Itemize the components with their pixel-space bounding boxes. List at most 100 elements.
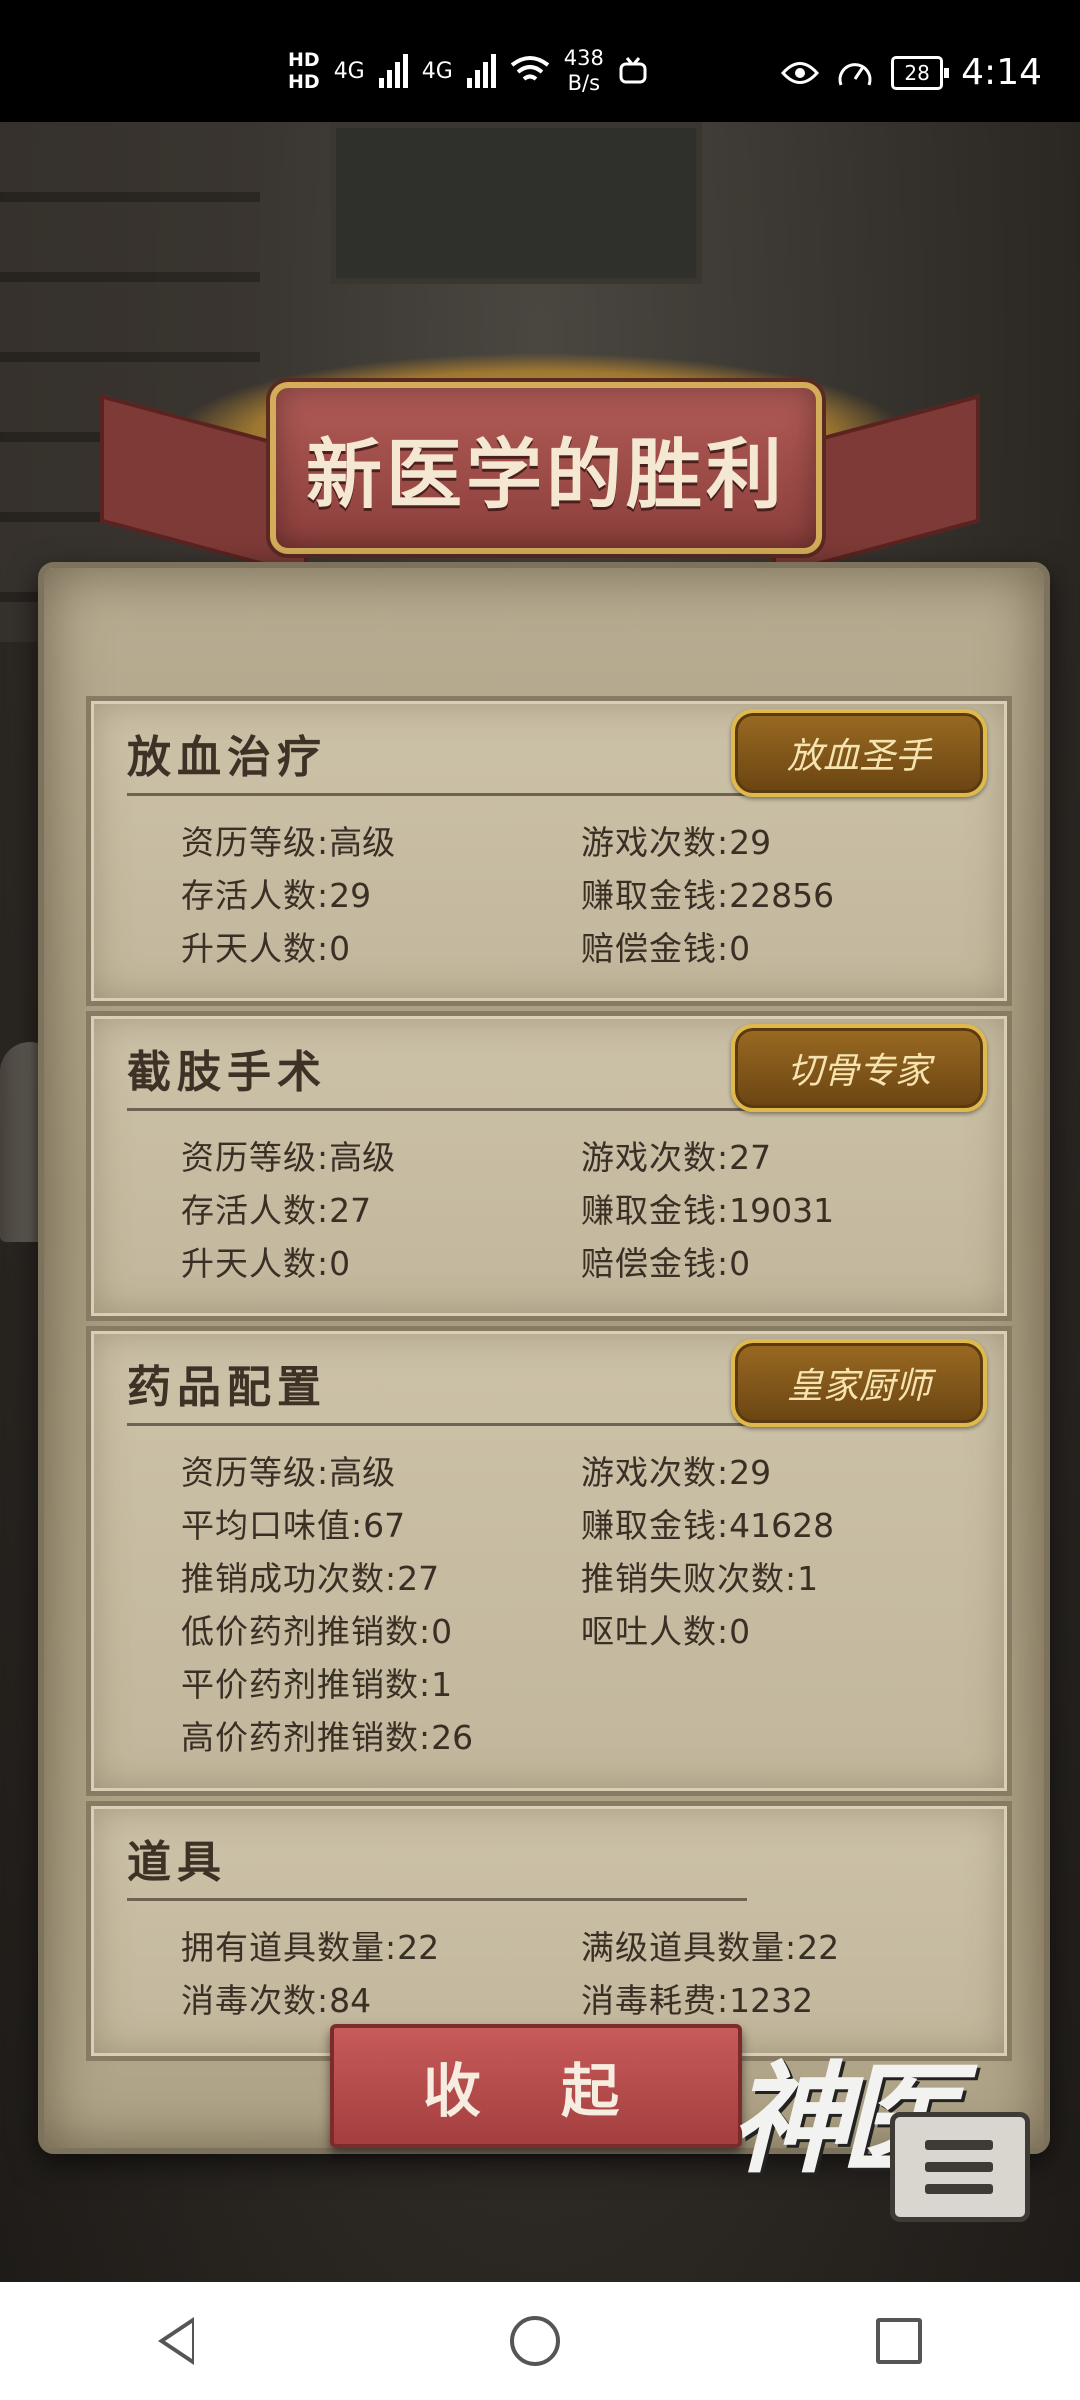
speed-value: 438: [563, 46, 604, 70]
hd1-label: HD: [288, 49, 320, 71]
stat-item: 呕吐人数:0: [581, 1605, 981, 1653]
stat-item: 资历等级:高级: [181, 816, 581, 864]
stat-item: 资历等级:高级: [181, 1131, 581, 1179]
stat-value: 41628: [729, 1505, 835, 1545]
stat-item: 资历等级:高级: [181, 1446, 581, 1494]
stat-item: 平均口味值:67: [181, 1499, 581, 1547]
stat-label: 消毒耗费:: [581, 1980, 730, 2020]
stat-value: 高级: [329, 822, 396, 862]
stat-value: 29: [729, 822, 772, 862]
stat-value: 高级: [329, 1137, 396, 1177]
menu-list-icon[interactable]: [890, 2112, 1030, 2222]
section-title: 道具: [127, 1837, 227, 1888]
stat-label: 游戏次数:: [581, 1452, 730, 1492]
stat-item: 赚取金钱:22856: [581, 869, 981, 917]
divider: [127, 793, 747, 796]
stat-item: 消毒耗费:1232: [581, 1974, 981, 2022]
status-right: 28 4:14: [781, 52, 1042, 93]
stat-item: 升天人数:0: [181, 922, 581, 970]
net1-label: 4G: [333, 58, 365, 84]
stat-item: 存活人数:27: [181, 1184, 581, 1232]
stat-label: 高价药剂推销数:: [181, 1717, 432, 1757]
stat-item: 推销失败次数:1: [581, 1552, 981, 1600]
stat-label: 游戏次数:: [581, 1137, 730, 1177]
stat-label: 赚取金钱:: [581, 1505, 730, 1545]
stat-label: 资历等级:: [181, 1137, 330, 1177]
stat-value: 29: [329, 875, 372, 915]
clock: 4:14: [961, 52, 1042, 93]
stat-item: 低价药剂推销数:0: [181, 1605, 581, 1653]
stat-value: 19031: [729, 1190, 835, 1230]
stat-value: 22: [797, 1927, 840, 1967]
stat-value: 1232: [729, 1980, 814, 2020]
section-title: 截肢手术: [127, 1047, 327, 1098]
stat-value: 29: [729, 1452, 772, 1492]
stat-value: 22: [397, 1927, 440, 1967]
stat-item: 高价药剂推销数:26: [181, 1711, 981, 1759]
stat-item: 赔偿金钱:0: [581, 1237, 981, 1285]
stat-value: 27: [329, 1190, 372, 1230]
system-nav-bar: [0, 2282, 1080, 2400]
banner-plaque: 新医学的胜利: [270, 382, 822, 554]
signal-icon: [378, 54, 408, 88]
recent-apps-icon[interactable]: [876, 2318, 922, 2364]
stat-value: 27: [397, 1558, 440, 1598]
stat-value: 1: [797, 1558, 819, 1598]
stat-item: 升天人数:0: [181, 1237, 581, 1285]
stat-label: 存活人数:: [181, 875, 330, 915]
stat-item: 满级道具数量:22: [581, 1921, 981, 1969]
stat-value: 0: [729, 1611, 751, 1651]
stat-value: 0: [329, 928, 351, 968]
title-badge: 皇家厨师: [731, 1339, 987, 1427]
stat-label: 推销成功次数:: [181, 1558, 398, 1598]
stat-label: 推销失败次数:: [581, 1558, 798, 1598]
stat-value: 26: [431, 1717, 474, 1757]
stat-value: 0: [329, 1243, 351, 1283]
stat-value: 1: [431, 1664, 453, 1704]
stat-label: 赔偿金钱:: [581, 1243, 730, 1283]
stats-parchment: 放血治疗 放血圣手 资历等级:高级 游戏次数:29 存活人数:29 赚取金钱:2…: [38, 562, 1050, 2154]
stat-value: 0: [729, 928, 751, 968]
stat-label: 满级道具数量:: [581, 1927, 798, 1967]
stat-label: 赚取金钱:: [581, 1190, 730, 1230]
stat-label: 平价药剂推销数:: [181, 1664, 432, 1704]
eye-icon: [781, 61, 820, 84]
app-notification-icon: [619, 57, 647, 84]
section-bloodletting: 放血治疗 放血圣手 资历等级:高级 游戏次数:29 存活人数:29 赚取金钱:2…: [86, 696, 1012, 1006]
stat-label: 游戏次数:: [581, 822, 730, 862]
stat-value: 22856: [729, 875, 835, 915]
section-title: 放血治疗: [127, 732, 327, 783]
collapse-button[interactable]: 收 起: [330, 2024, 742, 2148]
section-title: 药品配置: [127, 1362, 327, 1413]
title-badge: 放血圣手: [731, 709, 987, 797]
game-scene: 新医学的胜利 放血治疗 放血圣手 资历等级:高级 游戏次数:29 存活人数:29…: [0, 122, 1080, 2282]
section-medicine: 药品配置 皇家厨师 资历等级:高级 游戏次数:29 平均口味值:67 赚取金钱:…: [86, 1326, 1012, 1796]
stat-item: 游戏次数:29: [581, 816, 981, 864]
stat-item: 游戏次数:29: [581, 1446, 981, 1494]
stat-label: 升天人数:: [181, 1243, 330, 1283]
stat-item: 赔偿金钱:0: [581, 922, 981, 970]
stat-item: 游戏次数:27: [581, 1131, 981, 1179]
stat-label: 资历等级:: [181, 1452, 330, 1492]
title-banner: 新医学的胜利: [60, 302, 1020, 602]
wifi-icon: [510, 56, 550, 81]
home-icon[interactable]: [510, 2316, 560, 2366]
stat-item: 拥有道具数量:22: [181, 1921, 581, 1969]
net2-label: 4G: [421, 58, 453, 84]
speed-unit: B/s: [567, 71, 601, 95]
stats-grid: 资历等级:高级 游戏次数:29 存活人数:29 赚取金钱:22856 升天人数:…: [181, 813, 981, 972]
gauge-icon: [838, 62, 872, 86]
stats-grid: 资历等级:高级 游戏次数:27 存活人数:27 赚取金钱:19031 升天人数:…: [181, 1128, 981, 1287]
stat-label: 平均口味值:: [181, 1505, 364, 1545]
divider: [127, 1423, 747, 1426]
hd2-label: HD: [288, 71, 320, 93]
stat-label: 资历等级:: [181, 822, 330, 862]
hd-indicators: HD HD: [288, 49, 320, 93]
back-icon[interactable]: [158, 2317, 194, 2365]
stat-item: 存活人数:29: [181, 869, 581, 917]
stat-value: 67: [363, 1505, 406, 1545]
status-left: HD HD 4G 4G 438 B/s: [288, 46, 648, 96]
background-chalkboard: [330, 122, 702, 284]
status-bar: HD HD 4G 4G 438 B/s 28 4:14: [0, 0, 1080, 122]
page-title: 新医学的胜利: [306, 430, 786, 519]
